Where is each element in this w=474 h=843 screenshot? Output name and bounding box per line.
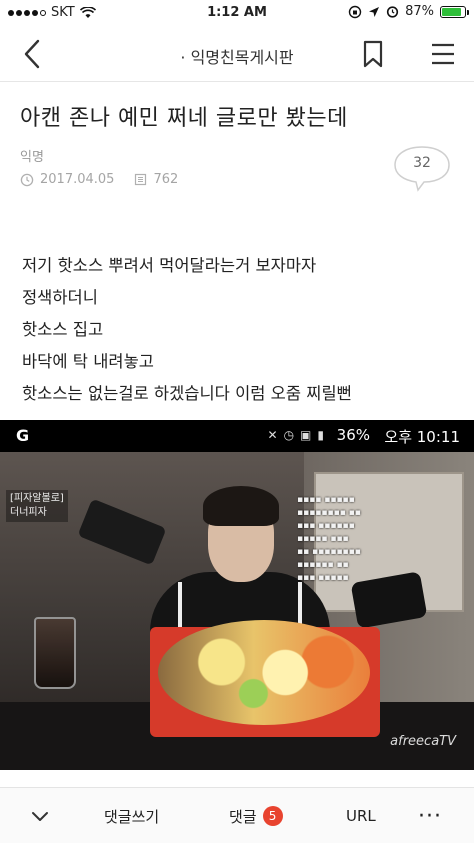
post-title: 아캔 존나 예민 쩌네 글로만 봤는데: [20, 106, 348, 131]
comments-label[interactable]: 댓글: [229, 806, 257, 827]
post-meta: 2017.04.05 762: [20, 172, 178, 187]
status-bar: SKT 1:12 AM 87%: [0, 0, 474, 26]
person-hair: [203, 486, 279, 526]
hd-icon: ▣: [300, 428, 312, 442]
chat-line: ▪▪▪▪▪▪ ▪▪: [297, 560, 349, 570]
mute-icon: ✕: [267, 428, 278, 442]
post-body-line: 저기 핫소스 뿌려서 먹어달라는거 보자마자: [22, 256, 317, 275]
battery-percent: 87%: [405, 4, 434, 19]
video-scene: [피자알볼로] 더너피자 ▪▪▪▪ ▪▪▪▪▪ ▪▪▪▪▪▪▪▪ ▪▪ ▪▪▪ …: [0, 452, 474, 770]
chat-line: ▪▪▪▪ ▪▪▪▪▪: [297, 495, 355, 505]
chat-line: ▪▪▪ ▪▪▪▪▪▪: [297, 521, 355, 531]
video-overlay-tag: [피자알볼로] 더너피자: [6, 490, 68, 522]
collapse-button[interactable]: [30, 788, 50, 843]
video-app-logo: G: [16, 426, 30, 445]
post-body-line: 핫소스는 없는걸로 하겠습니다 이럼 오줌 찌릴뻔: [22, 384, 352, 403]
post-body-line: 정색하더니: [22, 288, 98, 307]
comment-count[interactable]: 32: [392, 155, 452, 171]
video-battery: 36%: [336, 426, 370, 444]
bookmark-icon[interactable]: [358, 38, 388, 70]
comments-badge: 5: [262, 806, 283, 826]
overlay-line: [피자알볼로]: [10, 493, 64, 504]
video-status-bar: G ✕ ◷ ▣ ▮ 36% 오후 10:11: [0, 420, 474, 452]
cola-glass: [34, 617, 76, 689]
alarm-icon: [386, 6, 399, 18]
pizza: [158, 620, 370, 725]
chat-line: ▪▪ ▪▪▪▪▪▪▪▪: [297, 547, 361, 557]
comments-button[interactable]: 댓글 5: [229, 788, 283, 843]
views-icon: [135, 173, 147, 186]
video-clock: 오후 10:11: [384, 428, 460, 446]
chat-line: ▪▪▪▪▪ ▪▪▪: [297, 534, 349, 544]
status-right: 87%: [348, 4, 469, 19]
post-author: 익명: [20, 150, 44, 165]
post-body: 저기 핫소스 뿌려서 먹어달라는거 보자마자 정색하더니 핫소스 집고 바닥에 …: [22, 250, 352, 410]
post-body-line: 핫소스 집고: [22, 320, 104, 339]
battery-icon: [440, 5, 469, 18]
afreecatv-watermark: afreecaTV: [390, 734, 456, 749]
chat-overlay: ▪▪▪▪ ▪▪▪▪▪ ▪▪▪▪▪▪▪▪ ▪▪ ▪▪▪ ▪▪▪▪▪▪ ▪▪▪▪▪ …: [297, 494, 397, 585]
chevron-down-icon[interactable]: [30, 809, 50, 823]
overlay-line: 더너피자: [10, 507, 47, 518]
signal-icon: ▮: [317, 428, 324, 442]
url-button[interactable]: URL: [346, 788, 376, 843]
orientation-lock-icon: [348, 5, 362, 18]
board-title: · 익명친목게시판: [180, 48, 294, 67]
post-date: 2017.04.05: [40, 172, 115, 187]
post-body-line: 바닥에 탁 내려놓고: [22, 352, 154, 371]
chat-line: ▪▪▪ ▪▪▪▪▪: [297, 573, 349, 583]
video-status-icons: ✕ ◷ ▣ ▮: [268, 428, 325, 442]
write-comment-button[interactable]: 댓글쓰기: [104, 788, 159, 843]
bottom-toolbar: 댓글쓰기 댓글 5 URL ···: [0, 787, 474, 843]
clock-icon: [20, 173, 34, 186]
nav-bar: · 익명친목게시판: [0, 26, 474, 82]
hamburger-menu-icon[interactable]: [428, 38, 458, 70]
embedded-video-screenshot[interactable]: G ✕ ◷ ▣ ▮ 36% 오후 10:11 [피자알볼로] 더너피자 ▪▪▪▪…: [0, 420, 474, 770]
more-dots-icon[interactable]: ···: [418, 788, 442, 843]
location-icon: [369, 6, 380, 17]
alarm-icon: ◷: [283, 428, 295, 442]
chat-line: ▪▪▪▪▪▪▪▪ ▪▪: [297, 508, 361, 518]
post-views: 762: [153, 172, 179, 187]
